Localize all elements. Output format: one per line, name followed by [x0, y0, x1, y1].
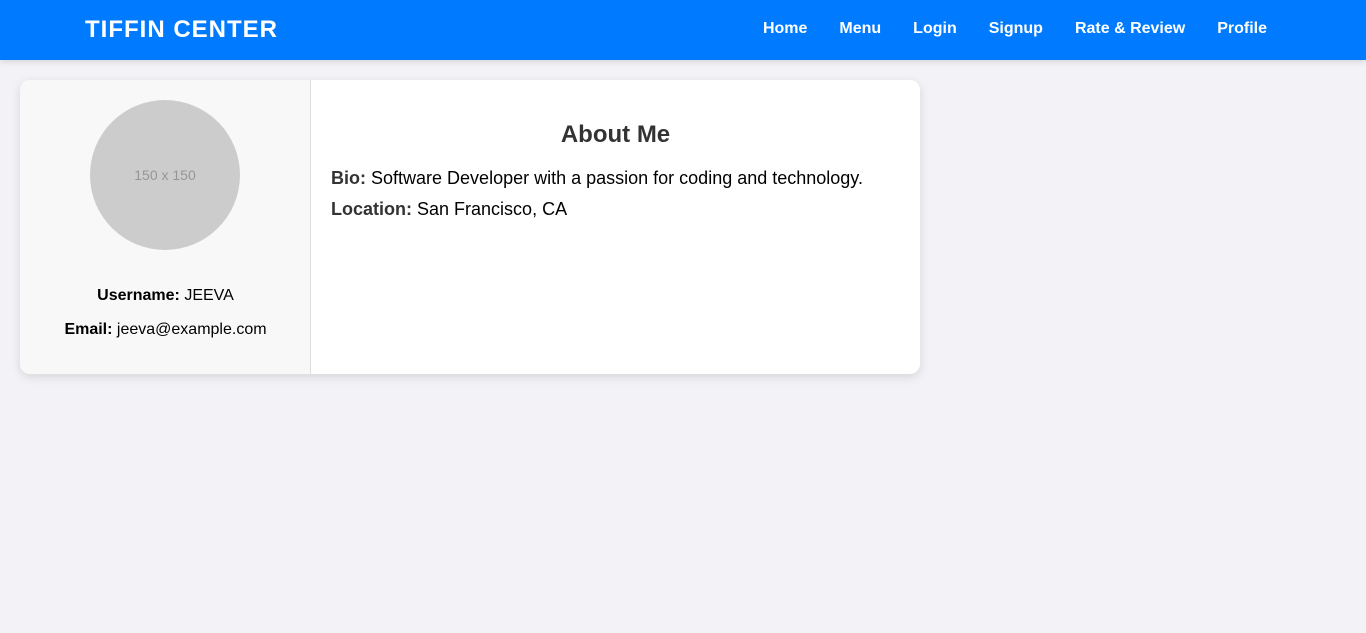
brand-logo[interactable]: TIFFIN CENTER [85, 16, 278, 44]
username-value: JEEVA [184, 287, 234, 304]
email-label: Email: [64, 321, 113, 338]
nav-link-rate-review[interactable]: Rate & Review [1075, 20, 1185, 38]
nav-link-signup[interactable]: Signup [989, 20, 1043, 38]
avatar: 150 x 150 [90, 100, 240, 250]
location-label: Location: [331, 199, 412, 219]
username-line: Username: JEEVA [20, 287, 311, 305]
avatar-placeholder-text: 150 x 150 [134, 167, 196, 183]
nav-link-profile[interactable]: Profile [1217, 20, 1267, 38]
about-section: About Me Bio: Software Developer with a … [311, 80, 920, 374]
nav-link-home[interactable]: Home [763, 20, 807, 38]
username-label: Username: [97, 287, 180, 304]
bio-line: Bio: Software Developer with a passion f… [331, 168, 863, 189]
bio-value: Software Developer with a passion for co… [371, 168, 863, 188]
about-title: About Me [560, 121, 671, 148]
nav-link-login[interactable]: Login [913, 20, 957, 38]
nav-link-menu[interactable]: Menu [839, 20, 881, 38]
profile-sidebar: 150 x 150 Username: JEEVA Email: jeeva@e… [20, 80, 311, 374]
profile-card: 150 x 150 Username: JEEVA Email: jeeva@e… [20, 80, 920, 374]
location-line: Location: San Francisco, CA [331, 199, 567, 220]
navbar: TIFFIN CENTER Home Menu Login Signup Rat… [0, 0, 1366, 60]
email-line: Email: jeeva@example.com [20, 321, 311, 339]
nav-links: Home Menu Login Signup Rate & Review Pro… [763, 20, 1267, 38]
email-value: jeeva@example.com [116, 321, 267, 338]
bio-label: Bio: [331, 168, 366, 188]
location-value: San Francisco, CA [417, 199, 568, 219]
